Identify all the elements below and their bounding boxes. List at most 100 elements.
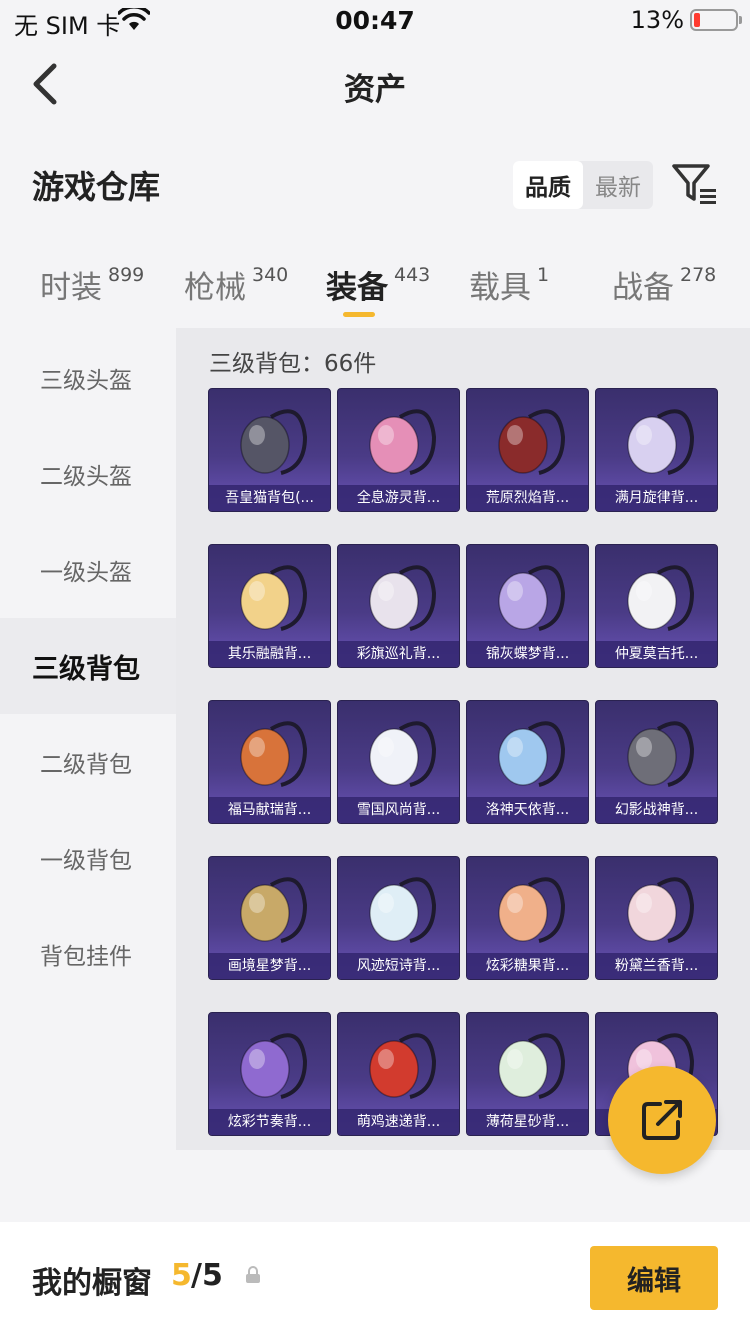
armor-backpack-icon <box>627 721 695 787</box>
sidebar-item-helmet-lv2[interactable]: 二级头盔 <box>0 426 176 522</box>
category-tabs: 时装 899 枪械 340 装备 443 载具 1 战备 278 <box>0 250 750 320</box>
sort-toggle: 品质 最新 <box>513 161 653 209</box>
sidebar-item-helmet-lv3[interactable]: 三级头盔 <box>0 330 176 426</box>
sidebar-item-helmet-lv1[interactable]: 一级头盔 <box>0 522 176 618</box>
tab-label: 装备 <box>326 270 388 306</box>
sort-quality-button[interactable]: 品质 <box>513 161 583 209</box>
item-name: 吾皇猫背包(... <box>209 485 330 511</box>
item-name: 炫彩节奏背... <box>209 1109 330 1135</box>
item-name: 薄荷星砂背... <box>467 1109 588 1135</box>
item-card[interactable]: 锦灰蝶梦背... <box>466 544 589 668</box>
tab-supplies[interactable]: 战备 278 <box>612 262 716 307</box>
tab-count: 340 <box>252 264 289 286</box>
tab-label: 枪械 <box>184 270 246 306</box>
tab-label: 战备 <box>612 270 674 306</box>
tab-fashion[interactable]: 时装 899 <box>40 262 144 307</box>
mint-backpack-icon <box>498 1033 566 1099</box>
cat-backpack-icon <box>240 409 308 475</box>
tab-equipment[interactable]: 装备 443 <box>326 262 430 307</box>
status-bar: 无 SIM 卡 00:47 13% <box>0 0 750 42</box>
penguin-backpack-icon <box>369 721 437 787</box>
share-button[interactable] <box>608 1066 716 1174</box>
ghost-backpack-icon <box>369 409 437 475</box>
item-name: 风迹短诗背... <box>338 953 459 979</box>
showcase-current-count: 5 <box>171 1258 192 1293</box>
item-name: 炫彩糖果背... <box>467 953 588 979</box>
flame-backpack-icon <box>498 409 566 475</box>
tab-count: 1 <box>537 264 550 286</box>
item-name: 满月旋律背... <box>596 485 717 511</box>
lock-icon <box>245 1266 261 1288</box>
item-card[interactable]: 全息游灵背... <box>337 388 460 512</box>
sidebar-item-backpack-lv1[interactable]: 一级背包 <box>0 810 176 906</box>
tab-count: 443 <box>394 264 431 286</box>
tab-vehicles[interactable]: 载具 1 <box>469 262 549 307</box>
item-name: 雪国风尚背... <box>338 797 459 823</box>
item-card[interactable]: 洛神天依背... <box>466 700 589 824</box>
nav-bar: 资产 <box>0 42 750 126</box>
filter-icon[interactable] <box>672 163 718 205</box>
share-icon <box>642 1100 682 1140</box>
item-name: 荒原烈焰背... <box>467 485 588 511</box>
sidebar: 三级头盔 二级头盔 一级头盔 三级背包 二级背包 一级背包 背包挂件 <box>0 330 176 1150</box>
item-name: 幻影战神背... <box>596 797 717 823</box>
tab-weapons[interactable]: 枪械 340 <box>184 262 288 307</box>
item-card[interactable]: 炫彩糖果背... <box>466 856 589 980</box>
item-card[interactable]: 幻影战神背... <box>595 700 718 824</box>
item-card[interactable]: 雪国风尚背... <box>337 700 460 824</box>
section-title: 游戏仓库 <box>32 168 161 206</box>
item-card[interactable]: 炫彩节奏背... <box>208 1012 331 1136</box>
butterfly-backpack-icon <box>498 565 566 631</box>
rhythm-backpack-icon <box>240 1033 308 1099</box>
item-card[interactable]: 风迹短诗背... <box>337 856 460 980</box>
donut-backpack-icon <box>498 877 566 943</box>
sort-latest-button[interactable]: 最新 <box>583 161 653 209</box>
item-card[interactable]: 薄荷星砂背... <box>466 1012 589 1136</box>
item-card[interactable]: 满月旋律背... <box>595 388 718 512</box>
item-card[interactable]: 其乐融融背... <box>208 544 331 668</box>
flag-backpack-icon <box>369 565 437 631</box>
item-name: 萌鸡速递背... <box>338 1109 459 1135</box>
item-card[interactable]: 粉黛兰香背... <box>595 856 718 980</box>
moon-backpack-icon <box>627 409 695 475</box>
horse-backpack-icon <box>240 721 308 787</box>
edit-button[interactable]: 编辑 <box>590 1246 718 1310</box>
item-name: 福马献瑞背... <box>209 797 330 823</box>
item-card[interactable]: 仲夏莫吉托... <box>595 544 718 668</box>
battery-percent: 13% <box>630 6 684 34</box>
showcase-total-count: /5 <box>191 1258 223 1293</box>
item-name: 洛神天依背... <box>467 797 588 823</box>
bottom-bar: 我的橱窗 5 /5 编辑 <box>0 1222 750 1334</box>
item-card[interactable]: 福马献瑞背... <box>208 700 331 824</box>
sidebar-item-backpack-lv3[interactable]: 三级背包 <box>0 618 176 714</box>
tab-label: 时装 <box>40 270 102 306</box>
item-name: 锦灰蝶梦背... <box>467 641 588 667</box>
item-card[interactable]: 彩旗巡礼背... <box>337 544 460 668</box>
item-name: 粉黛兰香背... <box>596 953 717 979</box>
item-card[interactable]: 画境星梦背... <box>208 856 331 980</box>
sidebar-item-backpack-lv2[interactable]: 二级背包 <box>0 714 176 810</box>
wing-backpack-icon <box>369 877 437 943</box>
mojito-backpack-icon <box>627 565 695 631</box>
frame-backpack-icon <box>240 877 308 943</box>
battery-icon <box>690 9 742 31</box>
item-name: 其乐融融背... <box>209 641 330 667</box>
item-name: 全息游灵背... <box>338 485 459 511</box>
bunny-backpack-icon <box>240 565 308 631</box>
tab-label: 载具 <box>469 270 531 306</box>
item-name: 画境星梦背... <box>209 953 330 979</box>
tab-count: 899 <box>108 264 145 286</box>
item-count-text: 三级背包：66件 <box>209 351 377 377</box>
page-title: 资产 <box>344 72 406 108</box>
chick-backpack-icon <box>369 1033 437 1099</box>
showcase-label: 我的橱窗 <box>32 1266 152 1301</box>
item-card[interactable]: 荒原烈焰背... <box>466 388 589 512</box>
item-panel: 三级背包：66件 吾皇猫背包(... 全息游灵背... 荒原烈焰背... 满月旋律背.… <box>176 328 750 1150</box>
item-card[interactable]: 萌鸡速递背... <box>337 1012 460 1136</box>
sidebar-item-backpack-charm[interactable]: 背包挂件 <box>0 906 176 1002</box>
item-name: 彩旗巡礼背... <box>338 641 459 667</box>
flower-backpack-icon <box>627 877 695 943</box>
item-card[interactable]: 吾皇猫背包(... <box>208 388 331 512</box>
item-name: 仲夏莫吉托... <box>596 641 717 667</box>
active-tab-indicator <box>343 312 375 317</box>
